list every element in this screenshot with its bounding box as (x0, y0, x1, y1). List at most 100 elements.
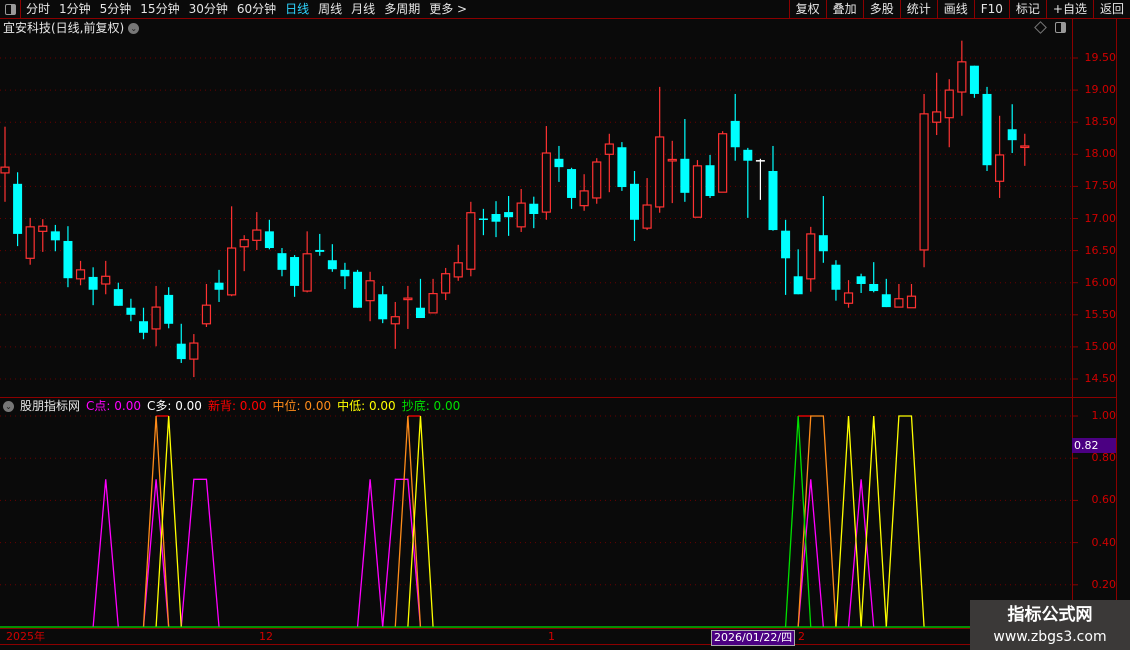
indicator-header: ⌄ 股朋指标网 C点: 0.00 C多: 0.00 新背: 0.00 中位: 0.00… (3, 398, 460, 414)
candle-body-up (466, 212, 476, 270)
indicator-line (92, 479, 119, 628)
candle-body-down (277, 253, 287, 270)
candle-body-down (353, 271, 363, 308)
candle-body-down (969, 65, 979, 94)
candle-body-up (239, 239, 249, 248)
indicator-value-0: C点: 0.00 (86, 399, 141, 413)
candle-body-up (201, 304, 212, 325)
candle-body-up (227, 247, 237, 296)
candle-body-up (0, 166, 10, 174)
candle-body-down (768, 170, 778, 231)
candle-body-up (189, 342, 199, 360)
indicator-name[interactable]: 股朋指标网 (20, 398, 80, 414)
candle-body-up (592, 161, 602, 199)
candle-body-up (453, 262, 463, 278)
indicator-line (394, 415, 422, 628)
candle-body-down (491, 214, 501, 222)
candle-body-down (478, 218, 488, 220)
candle-body-up (428, 293, 438, 314)
candle-body-down (680, 158, 690, 193)
price-tick-label: 17.50 (1084, 179, 1117, 193)
price-tick-label: 14.50 (1084, 372, 1117, 385)
candle-body-up (25, 226, 35, 259)
candle-body-down (327, 260, 337, 270)
price-tick-label: 16.00 (1084, 275, 1117, 289)
candle-body-up (541, 152, 551, 213)
candle-body-up (932, 111, 942, 123)
candle-body-down (315, 249, 325, 252)
candle-body-down (63, 240, 73, 279)
candle-body-up (365, 280, 375, 302)
candle-body-up (75, 269, 86, 280)
candle-body-up (604, 143, 614, 155)
candle-body-up (667, 158, 677, 162)
candle-body-down (755, 160, 765, 162)
candle-body-down (831, 264, 841, 290)
candle-body-down (743, 149, 753, 161)
watermark-url: www.zbgs3.com (993, 629, 1107, 645)
cursor-date-label: 2026/01/22/四 (711, 630, 796, 646)
time-label-2: 2 (798, 630, 805, 643)
indicator-tick-label: 1.00 (1091, 409, 1117, 422)
candle-body-up (403, 297, 413, 301)
candle-body-down (529, 203, 539, 215)
candle-body-up (252, 229, 262, 241)
candle-body-down (567, 169, 577, 198)
candle-body-up (441, 273, 451, 294)
candle-body-down (176, 343, 186, 360)
candle-body-down (504, 212, 514, 218)
indicator-line (356, 479, 384, 628)
indicator-tick-label: 0.40 (1091, 535, 1117, 549)
candle-body-up (390, 316, 400, 325)
candle-body-up (302, 253, 312, 292)
candle-body-down (617, 147, 627, 188)
indicator-value-4: 中低: 0.00 (337, 399, 396, 413)
candle-body-down (818, 235, 828, 252)
price-axis-divider (1072, 19, 1073, 645)
candle-body-up (516, 202, 526, 228)
right-side-strip (1116, 19, 1130, 645)
candle-body-up (843, 292, 854, 304)
kline-chart[interactable] (0, 0, 1130, 650)
time-label-12: 12 (259, 630, 273, 643)
price-tick-label: 15.50 (1084, 307, 1117, 321)
watermark-title: 指标公式网 (1007, 605, 1093, 625)
candle-body-up (655, 136, 665, 208)
indicator-value-5: 抄底: 0.00 (401, 399, 461, 413)
candle-body-down (869, 283, 879, 292)
chevron-down-icon[interactable]: ⌄ (3, 400, 14, 412)
candle-body-up (957, 61, 967, 93)
candle-body-down (881, 294, 891, 308)
candle-body-down (138, 321, 148, 333)
candle-body-up (718, 133, 728, 193)
candle-body-down (730, 120, 740, 148)
candle-body-up (906, 295, 917, 309)
candle-body-up (151, 306, 161, 330)
price-tick-label: 19.50 (1084, 51, 1117, 64)
candle-body-down (378, 294, 388, 320)
candle-body-down (415, 307, 425, 319)
indicator-tick-label: 0.20 (1091, 577, 1117, 591)
candle-body-down (113, 289, 123, 306)
indicator-line (180, 478, 220, 628)
indicator-value-3: 中位: 0.00 (272, 399, 332, 413)
cursor-value-label: 0.82 (1072, 438, 1116, 453)
candle-body-down (126, 307, 136, 315)
candle-body-up (806, 233, 816, 280)
candle-body-down (340, 269, 350, 277)
indicator-tick-label: 0.60 (1091, 493, 1117, 507)
indicator-value-1: C多: 0.00 (146, 399, 202, 413)
indicator-tick-label: 0.80 (1091, 451, 1117, 465)
candle-body-down (793, 276, 803, 295)
candle-body-down (164, 294, 174, 324)
candle-body-down (290, 257, 300, 286)
price-tick-label: 19.00 (1084, 83, 1117, 97)
indicator-line (885, 415, 925, 628)
candle-body-down (214, 282, 224, 290)
candle-body-up (919, 113, 929, 251)
time-label-2025: 2025年 (6, 630, 45, 643)
candle-body-up (38, 225, 48, 232)
candle-body-down (982, 93, 992, 166)
price-tick-label: 15.00 (1084, 339, 1117, 353)
candle-body-down (88, 276, 98, 290)
